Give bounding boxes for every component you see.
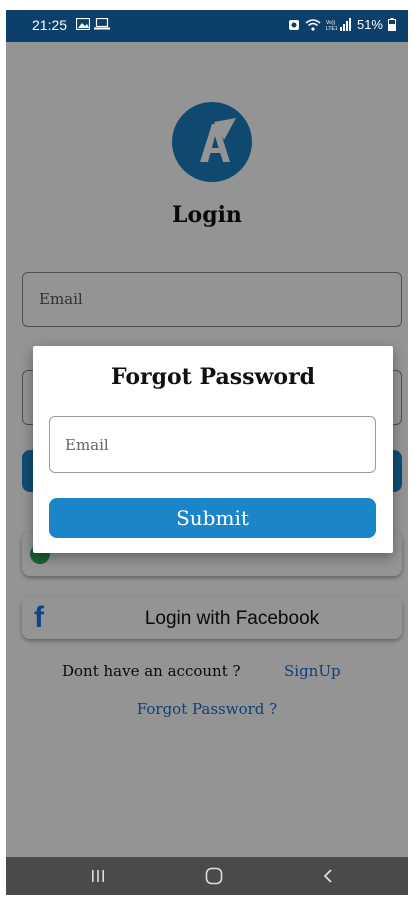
- signal-icon: Vo)) LTE1: [326, 18, 351, 31]
- recent-apps-button[interactable]: [78, 863, 118, 889]
- forgot-email-input[interactable]: [49, 416, 376, 473]
- alarm-icon: [288, 20, 299, 30]
- svg-text:LTE1: LTE1: [326, 26, 338, 31]
- dialog-title: Forgot Password: [110, 364, 316, 390]
- battery-icon: [388, 18, 396, 31]
- phone-screen: 21:25 Vo)) LTE1 51% Login Email f Login …: [6, 10, 408, 895]
- home-button[interactable]: [194, 863, 234, 889]
- battery-percent: 51%: [356, 17, 383, 32]
- status-right: Vo)) LTE1 51%: [288, 17, 396, 32]
- gallery-icon: [76, 18, 90, 30]
- notification-icons: [76, 18, 110, 30]
- back-button[interactable]: [308, 863, 348, 889]
- status-time: 21:25: [32, 17, 68, 33]
- recent-apps-icon: [92, 870, 104, 882]
- back-icon: [323, 869, 332, 883]
- android-nav-bar: [6, 857, 408, 895]
- submit-button[interactable]: Submit: [49, 498, 376, 538]
- home-icon: [205, 867, 223, 885]
- status-bar: 21:25 Vo)) LTE1 51%: [6, 10, 408, 42]
- wifi-icon: [305, 19, 321, 31]
- forgot-password-dialog: Forgot Password Submit: [33, 346, 393, 553]
- laptop-icon: [94, 18, 110, 30]
